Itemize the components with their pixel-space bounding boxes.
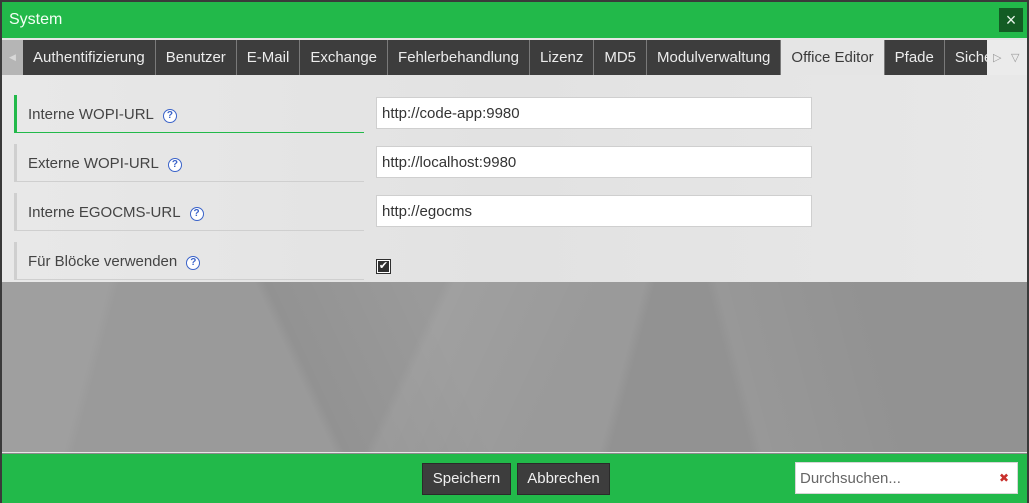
save-button[interactable]: Speichern: [422, 463, 511, 495]
cancel-button[interactable]: Abbrechen: [517, 463, 610, 495]
tab-authentifizierung[interactable]: Authentifizierung: [23, 40, 156, 75]
tab-menu-dropdown-icon[interactable]: ▽: [1011, 51, 1019, 64]
tab-e-mail[interactable]: E-Mail: [236, 40, 301, 75]
close-icon: ×: [1005, 10, 1017, 30]
tab-md5[interactable]: MD5: [594, 40, 647, 75]
tab-exchange[interactable]: Exchange: [300, 40, 389, 75]
tab-pfade[interactable]: Pfade: [884, 40, 945, 75]
tab-office-editor[interactable]: Office Editor: [781, 40, 885, 75]
interne-egocms-url-input[interactable]: [376, 195, 812, 227]
footer-bar: Speichern Abbrechen ✖: [2, 453, 1027, 503]
search-box: ✖: [795, 462, 1018, 494]
field-label: Interne EGOCMS-URL?: [28, 204, 204, 221]
clear-search-icon[interactable]: ✖: [999, 471, 1009, 485]
tab-modulverwaltung[interactable]: Modulverwaltung: [647, 40, 782, 75]
field-row-interne-egocms-url: Interne EGOCMS-URL?: [14, 193, 364, 231]
chevron-left-icon: ◀: [9, 52, 16, 62]
system-dialog: System × ◀ Authentifizierung Benutzer E-…: [2, 2, 1027, 503]
search-input[interactable]: [800, 463, 990, 493]
tab-scroll-right-icon[interactable]: ▷: [993, 51, 1001, 64]
help-icon[interactable]: ?: [162, 109, 177, 123]
field-label: Für Blöcke verwenden?: [28, 253, 201, 270]
tab-benutzer[interactable]: Benutzer: [155, 40, 237, 75]
tab-lizenz[interactable]: Lizenz: [529, 40, 595, 75]
field-label: Externe WOPI-URL?: [28, 155, 182, 172]
checkmark-icon: ✔: [378, 260, 389, 272]
window-title: System: [9, 11, 63, 28]
label-container: Interne WOPI-URL?: [14, 95, 364, 133]
background-pattern: [2, 282, 1027, 452]
office-editor-settings-form: Interne WOPI-URL? Externe WOPI-URL? Inte…: [2, 75, 1027, 282]
tab-list: Authentifizierung Benutzer E-Mail Exchan…: [23, 40, 1017, 75]
tab-scroll-controls: ▷ ▽: [987, 40, 1027, 75]
help-icon[interactable]: ?: [189, 207, 204, 221]
field-label: Interne WOPI-URL?: [28, 106, 177, 123]
field-row-interne-wopi-url: Interne WOPI-URL?: [14, 95, 364, 133]
field-row-externe-wopi-url: Externe WOPI-URL?: [14, 144, 364, 182]
label-container: Externe WOPI-URL?: [14, 144, 364, 182]
tab-scroll-left-button[interactable]: ◀: [2, 40, 23, 75]
help-icon[interactable]: ?: [167, 158, 182, 172]
tab-fehlerbehandlung[interactable]: Fehlerbehandlung: [388, 40, 530, 75]
tab-bar: ◀ Authentifizierung Benutzer E-Mail Exch…: [2, 40, 1027, 75]
externe-wopi-url-input[interactable]: [376, 146, 812, 178]
interne-wopi-url-input[interactable]: [376, 97, 812, 129]
fuer-bloecke-verwenden-checkbox[interactable]: ✔: [376, 259, 391, 274]
help-icon[interactable]: ?: [186, 256, 201, 270]
label-container: Interne EGOCMS-URL?: [14, 193, 364, 231]
close-button[interactable]: ×: [999, 8, 1023, 32]
title-bar: System ×: [2, 2, 1027, 38]
label-container: Für Blöcke verwenden?: [14, 242, 364, 280]
field-row-fuer-bloecke-verwenden: Für Blöcke verwenden?: [14, 242, 364, 280]
